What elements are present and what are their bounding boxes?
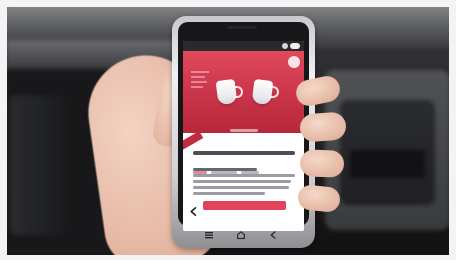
smartphone: [172, 16, 315, 248]
corner-ribbon: [183, 131, 204, 151]
product-desc-line: [193, 180, 291, 183]
phone-nav-bar: [172, 226, 315, 242]
background-red-light: [0, 0, 10, 8]
product-meta: [193, 159, 295, 174]
product-details: [183, 131, 304, 216]
phone-brand-text: [208, 23, 278, 31]
background-right-slot: [350, 150, 425, 178]
share-icon[interactable]: [288, 56, 300, 68]
background-left-panel: [10, 95, 65, 235]
cup-handle-left: [234, 86, 243, 98]
hero-banner: [183, 51, 304, 133]
cta-button[interactable]: [203, 201, 286, 210]
product-desc-line: [193, 192, 265, 195]
status-icon: [282, 43, 288, 49]
scene: [0, 0, 456, 260]
home-icon[interactable]: [236, 230, 246, 240]
status-pill: [290, 43, 300, 49]
product-desc-line: [193, 174, 295, 177]
finger-ring: [299, 149, 345, 178]
cup-handle-right: [270, 86, 279, 98]
product-desc-line: [193, 186, 289, 189]
phone-screen[interactable]: [183, 41, 304, 231]
finger-middle: [299, 111, 347, 143]
back-arrow-icon[interactable]: [188, 206, 199, 217]
hero-subcaption: [183, 117, 304, 132]
menu-icon[interactable]: [204, 230, 214, 240]
product-desc-line: [193, 168, 257, 171]
back-icon[interactable]: [268, 230, 278, 240]
hero-decoration: [191, 68, 213, 88]
product-title-text: [193, 151, 295, 155]
status-bar: [183, 41, 304, 51]
